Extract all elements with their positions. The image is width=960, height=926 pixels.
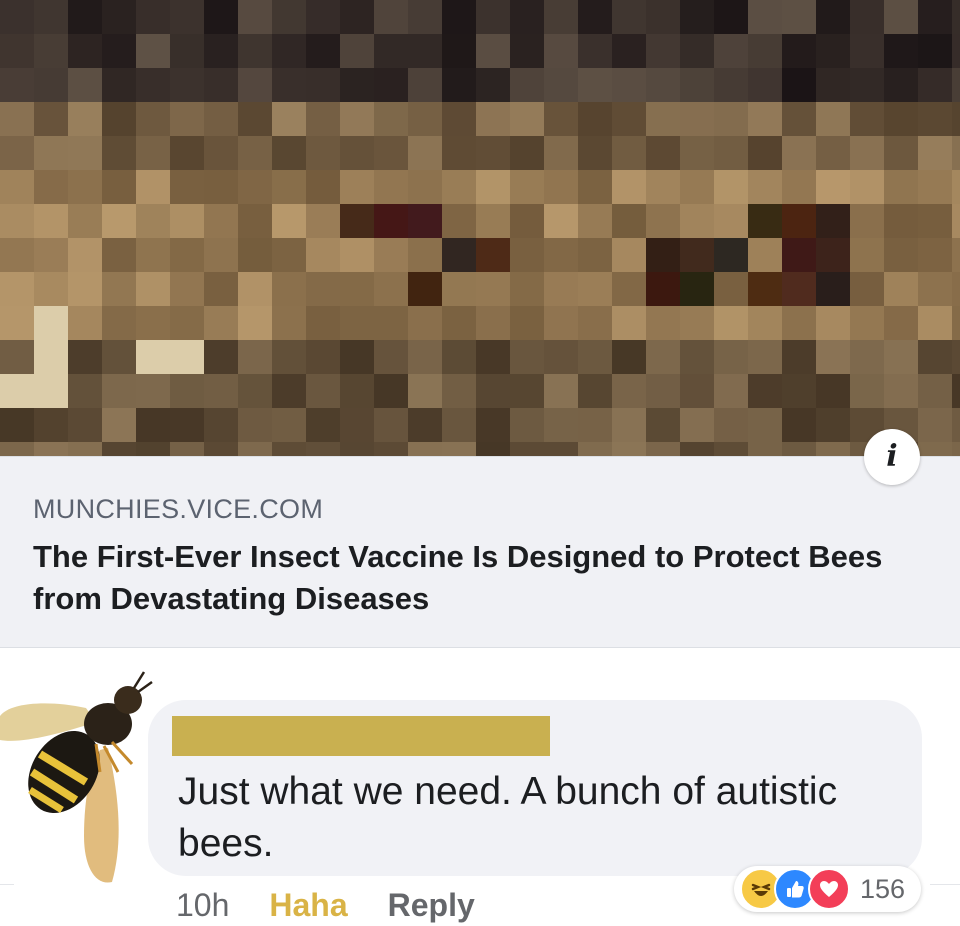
comment-actions: 10h Haha Reply [176, 884, 475, 926]
reaction-count: 156 [860, 873, 906, 904]
link-title[interactable]: The First-Ever Insect Vaccine Is Designe… [33, 536, 933, 620]
pixelated-bee-photo [0, 0, 960, 456]
info-icon: i [886, 439, 898, 474]
bee-avatar[interactable] [0, 660, 160, 890]
redacted-author-name [172, 716, 550, 756]
divider-right [930, 884, 960, 885]
reply-link[interactable]: Reply [388, 887, 475, 924]
link-preview-caption[interactable]: MUNCHIES.VICE.COM The First-Ever Insect … [0, 456, 960, 648]
comment-timestamp[interactable]: 10h [176, 887, 229, 924]
info-button[interactable]: i [864, 429, 920, 485]
preview-image[interactable] [0, 0, 960, 456]
bee-head [114, 686, 142, 714]
love-icon [808, 868, 850, 910]
facebook-post: i MUNCHIES.VICE.COM The First-Ever Insec… [0, 0, 960, 926]
haha-reaction-link[interactable]: Haha [269, 887, 347, 924]
link-domain: MUNCHIES.VICE.COM [33, 494, 324, 524]
reaction-summary[interactable]: 156 [734, 866, 922, 912]
comment-bubble: Just what we need. A bunch of autistic b… [148, 700, 922, 876]
comment-text: Just what we need. A bunch of autistic b… [178, 770, 838, 865]
